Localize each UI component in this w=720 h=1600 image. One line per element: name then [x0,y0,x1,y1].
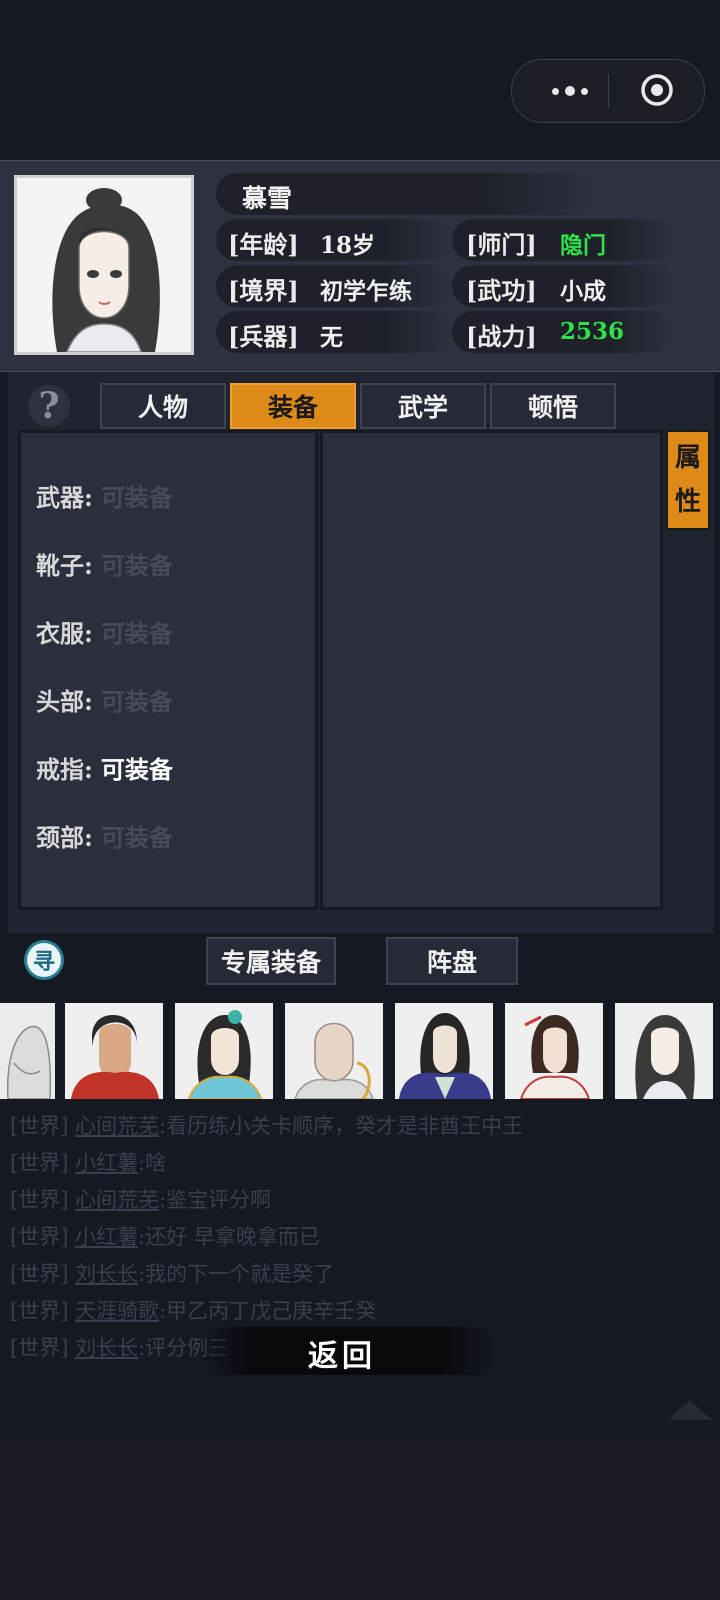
chat-line: [世界] 小红薯:啥 [10,1147,166,1177]
attributes-button-char2: 性 [674,487,701,517]
chat-user-name[interactable]: 小红薯 [75,1151,138,1175]
age-label: [年龄] [228,230,299,259]
slot-boots[interactable]: 靴子: 可装备 [36,546,173,581]
chat-line: [世界] 刘长长:我的下一个就是癸了 [10,1258,334,1288]
chat-line: [世界] 小红薯:还好 早拿晚拿而已 [10,1221,320,1251]
woman-portrait-icon [17,178,191,353]
martial-value: 小成 [560,278,606,305]
slot-ring-value: 可装备 [100,755,173,784]
character-portrait [14,175,194,355]
tab-equipment[interactable]: 装备 [230,383,356,429]
martial-label: [武功] [466,276,537,305]
bottom-band [0,1440,720,1600]
chat-channel: [世界] [10,1299,69,1323]
attributes-button[interactable]: 属 性 [666,430,710,530]
chat-line: [世界] 心间荒芜:鉴宝评分啊 [10,1184,271,1214]
chat-line: [世界] 心间荒芜:看历练小关卡顺序，癸才是非酋王中王 [10,1110,523,1140]
more-dots-icon[interactable] [542,82,598,100]
weapon-label: [兵器] [228,322,299,351]
weapon-value: 无 [320,324,343,351]
sect-label: [师门] [466,230,537,259]
chat-channel: [世界] [10,1225,69,1249]
exclusive-equipment-button[interactable]: 专属装备 [206,937,336,985]
bald-monk-portrait-icon [285,1003,383,1099]
chat-line: [世界] 天涯骑歌:甲乙丙丁戊己庚辛壬癸 [10,1295,376,1325]
slot-weapon[interactable]: 武器: 可装备 [36,478,173,513]
slot-weapon-value: 可装备 [100,483,173,512]
formation-button[interactable]: 阵盘 [386,937,518,985]
slot-neck-value: 可装备 [100,823,173,852]
chat-message: :啥 [138,1151,167,1175]
character-card-2[interactable] [65,1003,163,1099]
chat-user-name[interactable]: 刘长长 [75,1262,138,1286]
power-label: [战力] [466,322,537,351]
chat-channel: [世界] [10,1114,69,1138]
slot-ring[interactable]: 戒指: 可装备 [36,750,173,785]
realm-label: [境界] [228,276,299,305]
slot-boots-label: 靴子: [36,551,93,580]
chat-message: :鉴宝评分啊 [159,1188,272,1212]
chat-channel: [世界] [10,1336,69,1360]
teal-lady-portrait-icon [175,1003,273,1099]
tab-enlightenment[interactable]: 顿悟 [490,383,616,429]
slot-head[interactable]: 头部: 可装备 [36,682,173,717]
slot-neck-label: 颈部: [36,823,93,852]
chat-message: :甲乙丙丁戊己庚辛壬癸 [159,1299,377,1323]
slot-clothes-value: 可装备 [100,619,173,648]
back-button[interactable]: 返回 [308,1331,376,1375]
question-mark-icon[interactable]: ? [28,385,70,427]
chat-channel: [世界] [10,1188,69,1212]
slot-neck[interactable]: 颈部: 可装备 [36,818,173,853]
red-robe-lady-portrait-icon [505,1003,603,1099]
character-card-6[interactable] [505,1003,603,1099]
character-card-1[interactable] [0,1003,55,1099]
chat-line: [世界] 刘长长:评分例三 [10,1332,229,1362]
old-man-portrait-icon [0,1003,55,1099]
tab-martial-arts[interactable]: 武学 [360,383,486,429]
chat-message: :看历练小关卡顺序，癸才是非酋王中王 [159,1114,524,1138]
chat-user-name[interactable]: 心间荒芜 [75,1114,159,1138]
chat-user-name[interactable]: 小红薯 [75,1225,138,1249]
red-scarf-hero-portrait-icon [65,1003,163,1099]
chat-user-name[interactable]: 刘长长 [75,1336,138,1360]
slot-clothes[interactable]: 衣服: 可装备 [36,614,173,649]
chat-channel: [世界] [10,1151,69,1175]
chat-message: :我的下一个就是癸了 [138,1262,335,1286]
seek-icon[interactable]: 寻 [24,940,64,980]
slot-head-value: 可装备 [100,687,173,716]
purple-fur-noble-portrait-icon [395,1003,493,1099]
power-value: 2536 [560,318,625,345]
age-value: 18岁 [320,232,376,259]
chat-user-name[interactable]: 天涯骑歌 [75,1299,159,1323]
character-card-7[interactable] [615,1003,713,1099]
character-name: 慕雪 [242,184,293,213]
white-robe-lady-portrait-icon [615,1003,713,1099]
attributes-button-char1: 属 [674,443,701,473]
target-circle-icon[interactable] [640,73,674,107]
capsule-divider [608,74,609,108]
realm-value: 初学乍练 [320,278,412,305]
tab-character[interactable]: 人物 [100,383,226,429]
character-card-4[interactable] [285,1003,383,1099]
slot-weapon-label: 武器: [36,483,93,512]
slot-head-label: 头部: [36,687,93,716]
slot-clothes-label: 衣服: [36,619,93,648]
character-card-3[interactable] [175,1003,273,1099]
slot-boots-value: 可装备 [100,551,173,580]
mini-program-capsule [511,59,705,123]
sect-value: 隐门 [560,232,606,259]
character-card-5[interactable] [395,1003,493,1099]
chat-channel: [世界] [10,1262,69,1286]
character-header: 慕雪 [年龄] 18岁 [师门] 隐门 [境界] 初学乍练 [武功] 小成 [兵… [0,160,720,372]
chat-message: :还好 早拿晚拿而已 [138,1225,320,1249]
slot-ring-label: 戒指: [36,755,93,784]
scroll-up-icon[interactable] [668,1400,712,1420]
equipment-detail-panel [320,430,663,910]
chat-user-name[interactable]: 心间荒芜 [75,1188,159,1212]
